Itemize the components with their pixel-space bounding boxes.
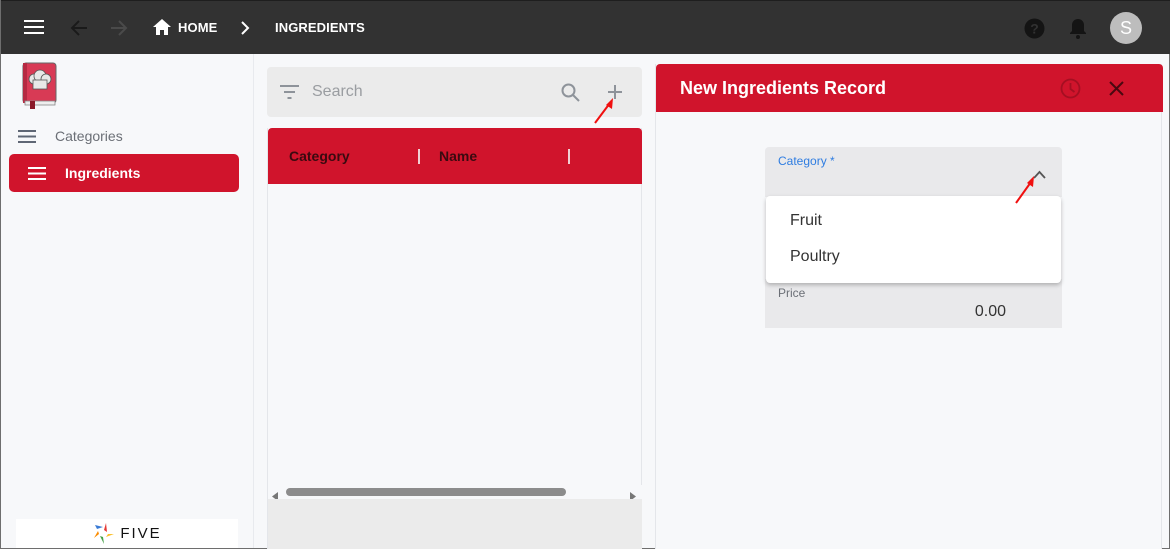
category-select[interactable]: Category * [765, 147, 1062, 197]
dropdown-option-poultry[interactable]: Poultry [790, 248, 840, 266]
bell-icon[interactable] [1069, 17, 1087, 39]
sidebar-item-categories[interactable]: Categories [9, 117, 239, 155]
category-label: Category * [778, 154, 835, 168]
column-resize-handle[interactable] [568, 149, 570, 164]
search-bar [267, 67, 642, 117]
record-form-panel: New Ingredients Record Category * Price … [655, 64, 1163, 549]
search-icon[interactable] [561, 83, 580, 107]
column-header-category[interactable]: Category [289, 148, 350, 164]
five-logo: FIVE [16, 519, 238, 548]
chevron-right-icon [239, 20, 251, 36]
data-grid: Category Name [267, 128, 642, 549]
sidebar-item-label: Categories [55, 128, 123, 144]
form-header: New Ingredients Record [656, 64, 1163, 112]
price-label: Price [778, 286, 806, 300]
add-record-icon[interactable] [607, 84, 623, 105]
column-resize-handle[interactable] [418, 149, 420, 164]
filter-icon[interactable] [280, 85, 299, 104]
menu-icon[interactable] [23, 18, 45, 36]
grid-footer [268, 499, 642, 549]
sidebar-item-ingredients[interactable]: Ingredients [9, 154, 239, 192]
breadcrumb-home[interactable]: HOME [178, 20, 217, 35]
home-icon[interactable] [153, 19, 171, 35]
sidebar: Categories Ingredients FIVE [1, 54, 254, 548]
menu-icon [18, 130, 36, 148]
forward-arrow-icon[interactable] [108, 18, 130, 38]
scrollbar-thumb[interactable] [286, 488, 566, 496]
five-logo-icon [94, 522, 115, 544]
column-header-name[interactable]: Name [439, 148, 477, 164]
svg-text:?: ? [1030, 20, 1039, 36]
help-icon[interactable]: ? [1023, 17, 1045, 39]
horizontal-scrollbar[interactable] [268, 485, 642, 501]
search-input[interactable] [312, 80, 542, 104]
form-title: New Ingredients Record [680, 78, 887, 98]
sidebar-item-label: Ingredients [65, 165, 141, 181]
app-logo-icon [20, 61, 58, 109]
top-app-bar: HOME INGREDIENTS ? S [1, 0, 1170, 54]
five-logo-text: FIVE [120, 525, 162, 542]
history-icon[interactable] [1060, 78, 1081, 104]
price-value[interactable]: 0.00 [975, 303, 1006, 321]
category-dropdown-menu: Fruit Poultry [766, 196, 1061, 283]
menu-icon [28, 167, 46, 185]
close-icon[interactable] [1109, 81, 1124, 101]
price-field[interactable]: Price 0.00 [765, 279, 1062, 328]
grid-header: Category Name [268, 128, 642, 184]
breadcrumb-ingredients[interactable]: INGREDIENTS [275, 20, 365, 35]
user-avatar[interactable]: S [1110, 12, 1142, 44]
dropdown-option-fruit[interactable]: Fruit [790, 212, 822, 230]
list-panel: Category Name [267, 67, 642, 549]
chevron-up-icon[interactable] [1033, 166, 1046, 184]
back-arrow-icon[interactable] [68, 18, 90, 38]
